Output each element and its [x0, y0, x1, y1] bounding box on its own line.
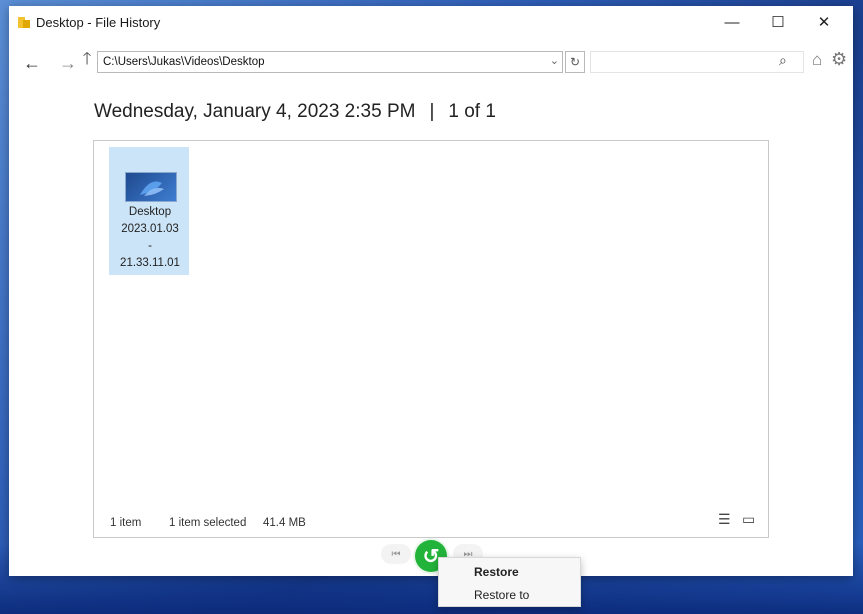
file-history-app-icon — [18, 17, 30, 28]
previous-version-button[interactable]: ⏮ — [381, 544, 411, 564]
menu-item-label: Restore to — [474, 588, 530, 602]
search-input[interactable] — [590, 51, 804, 73]
back-arrow-icon[interactable]: ← — [21, 52, 43, 74]
menu-item-label: Restore — [474, 565, 519, 579]
navigation-bar: ← → 🡑 C:\Users\Jukas\Videos\Desktop ⌄ ↻ … — [9, 46, 853, 82]
restore-context-menu: Restore Restore to — [438, 557, 581, 607]
home-icon[interactable]: ⌂ — [812, 50, 822, 70]
search-icon[interactable]: ⌕ — [779, 52, 787, 69]
large-icons-view-icon[interactable]: ▭ — [742, 511, 755, 528]
backup-date: Wednesday, January 4, 2023 2:35 PM — [94, 101, 416, 122]
folder-thumbnail-icon — [125, 172, 177, 202]
file-item-name: Desktop 2023.01.03 - 21.33.11.01 — [110, 204, 190, 272]
backup-position: 1 of 1 — [448, 101, 496, 122]
minimize-button[interactable]: — — [709, 6, 755, 38]
file-item[interactable]: Desktop 2023.01.03 - 21.33.11.01 — [109, 147, 189, 275]
up-arrow-icon[interactable]: 🡑 — [79, 49, 95, 71]
status-size: 41.4 MB — [263, 517, 306, 529]
details-view-icon[interactable]: ☰ — [718, 511, 731, 528]
maximize-button[interactable]: ☐ — [755, 6, 801, 38]
chevron-down-icon[interactable]: ⌄ — [550, 54, 559, 67]
file-item-name-line: 2023.01.03 — [121, 223, 179, 235]
title-bar: Desktop - File History — ☐ ✕ — [9, 6, 853, 38]
close-button[interactable]: ✕ — [801, 6, 847, 38]
gear-icon[interactable]: ⚙ — [831, 49, 847, 70]
file-pane: Desktop 2023.01.03 - 21.33.11.01 1 item … — [93, 140, 769, 538]
refresh-icon[interactable]: ↻ — [565, 51, 585, 73]
heading-separator: | — [429, 101, 435, 122]
menu-item-restore-to[interactable]: Restore to — [439, 583, 580, 606]
file-history-window: Desktop - File History — ☐ ✕ ← → 🡑 C:\Us… — [9, 6, 853, 576]
status-selected: 1 item selected — [169, 517, 247, 529]
menu-item-restore[interactable]: Restore — [439, 560, 580, 583]
address-bar[interactable]: C:\Users\Jukas\Videos\Desktop ⌄ — [97, 51, 563, 73]
playback-controls: ⏮ ↺ ⏭ — [9, 540, 853, 576]
forward-arrow-icon[interactable]: → — [57, 52, 79, 74]
backup-heading: Wednesday, January 4, 2023 2:35 PM | 1 of … — [94, 101, 496, 123]
file-item-name-line: - — [148, 240, 152, 252]
address-text: C:\Users\Jukas\Videos\Desktop — [103, 56, 265, 68]
file-item-name-line: 21.33.11.01 — [120, 257, 180, 269]
window-title: Desktop - File History — [36, 15, 161, 30]
status-item-count: 1 item — [110, 517, 142, 529]
file-item-name-line: Desktop — [128, 206, 172, 218]
